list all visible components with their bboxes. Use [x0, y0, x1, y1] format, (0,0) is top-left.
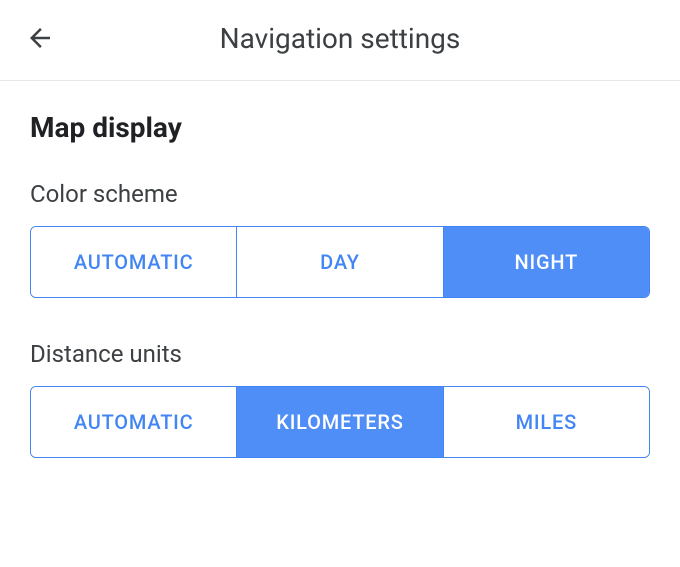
distance-units-automatic[interactable]: AUTOMATIC	[31, 387, 237, 457]
section-heading: Map display	[30, 111, 650, 144]
color-scheme-night[interactable]: NIGHT	[444, 227, 649, 297]
color-scheme-automatic[interactable]: AUTOMATIC	[31, 227, 237, 297]
distance-units-kilometers[interactable]: KILOMETERS	[237, 387, 443, 457]
distance-units-miles[interactable]: MILES	[444, 387, 649, 457]
distance-units-label: Distance units	[30, 340, 650, 368]
page-title: Navigation settings	[20, 22, 660, 55]
color-scheme-label: Color scheme	[30, 180, 650, 208]
content: Map display Color scheme AUTOMATIC DAY N…	[0, 81, 680, 458]
color-scheme-control: AUTOMATIC DAY NIGHT	[30, 226, 650, 298]
distance-units-control: AUTOMATIC KILOMETERS MILES	[30, 386, 650, 458]
header: Navigation settings	[0, 0, 680, 81]
color-scheme-day[interactable]: DAY	[237, 227, 443, 297]
